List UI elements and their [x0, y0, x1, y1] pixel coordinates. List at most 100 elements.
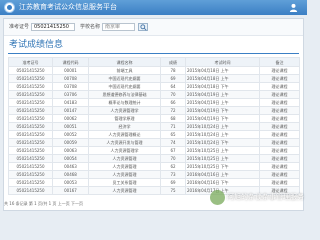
- table-row[interactable]: 05021415250 03708 中国近现代史纲要 64 2015年04月18日 下午…: [8, 82, 300, 91]
- table-cell: 05021415250: [8, 154, 53, 163]
- table-row[interactable]: 05021415250 00053 员工关系管理 69 2016年04月16日 下午 理论…: [8, 178, 300, 187]
- table-cell: 理论课程: [259, 178, 300, 187]
- table-cell: 04183: [52, 98, 89, 107]
- table-row[interactable]: 05021415250 00468 人力资源管理 73 2016年04月16日 上午 理论…: [8, 170, 300, 179]
- table-row[interactable]: 05021415250 00062 管理学原理 68 2015年04月19日 下午 理论课…: [8, 114, 300, 123]
- table-row[interactable]: 05021415250 00063 人力资源管理学 67 2015年10月25日 上午理…: [8, 146, 300, 155]
- table-cell: 68: [160, 114, 186, 123]
- table-row[interactable]: 05021415250 00001 前端工具 78 2015年04月18日 上午 理论课程: [8, 66, 300, 75]
- table-row[interactable]: 05021415250 00463 人力资源管理 62 2015年10月25日 下午 理论…: [8, 162, 300, 171]
- section-title: 考试成绩信息: [9, 40, 64, 50]
- column-header[interactable]: 准考证号: [8, 57, 53, 67]
- table-cell: 05021415250: [8, 90, 53, 99]
- table-cell: 70: [160, 90, 186, 99]
- table-cell: 03706: [52, 90, 89, 99]
- table-cell: 05021415250: [8, 186, 53, 195]
- top-header-bar: 江苏教育考试公众信息服务平台: [0, 0, 307, 15]
- search-button[interactable]: [138, 23, 148, 31]
- table-cell: 00167: [52, 186, 89, 195]
- column-header[interactable]: 课程名称: [88, 57, 161, 67]
- column-header[interactable]: 考试时间: [185, 57, 260, 67]
- table-cell: 05021415250: [8, 162, 53, 171]
- table-cell: 62: [160, 162, 186, 171]
- table-cell: 人力资源管理: [88, 170, 161, 179]
- table-cell: 理论课程: [259, 82, 300, 91]
- user-icon[interactable]: [289, 3, 298, 12]
- table-cell: 理论课程: [259, 106, 300, 115]
- logo: [4, 2, 15, 13]
- table-cell: 概率论与数理统计: [88, 98, 161, 107]
- table-cell: 理论课程: [259, 74, 300, 83]
- exam-id-label: 准考证号: [9, 24, 30, 30]
- table-cell: 2015年04月19日 上午: [185, 98, 260, 107]
- table-cell: 05021415250: [8, 170, 53, 179]
- table-row[interactable]: 05021415250 00054 人力资源管理 70 2015年10月25日 上午 理论…: [8, 154, 300, 163]
- table-cell: 人力资源开发与管理: [88, 138, 161, 147]
- column-header[interactable]: 成绩: [160, 57, 186, 67]
- table-cell: 理论课程: [259, 98, 300, 107]
- table-cell: 00001: [52, 66, 89, 75]
- table-row[interactable]: 05021415250 00051 经济学 71 2015年10月24日 上午 理论课程: [8, 122, 300, 131]
- table-cell: 2016年04月16日 上午: [185, 170, 260, 179]
- watermark-logo-icon: [210, 190, 225, 205]
- table-cell: 经济学: [88, 122, 161, 131]
- table-cell: 00063: [52, 146, 89, 155]
- table-cell: 理论课程: [259, 162, 300, 171]
- table-row[interactable]: 05021415250 04183 概率论与数理统计 66 2015年04月19日 上午…: [8, 98, 300, 107]
- table-cell: 00051: [52, 122, 89, 131]
- table-cell: 00147: [52, 106, 89, 115]
- table-cell: 00052: [52, 130, 89, 139]
- table-cell: 2015年04月18日 上午: [185, 66, 260, 75]
- table-cell: 00468: [52, 170, 89, 179]
- table-cell: 00059: [52, 138, 89, 147]
- school-name-input[interactable]: 南京审: [102, 23, 135, 31]
- table-cell: 69: [160, 178, 186, 187]
- table-cell: 人力资源管理: [88, 162, 161, 171]
- watermark: 阿旭的杂谈杂事管理服务: [210, 190, 304, 208]
- table-cell: 思想道德修养与法律基础: [88, 90, 161, 99]
- scores-table-wrapper: 准考证号 课程代码 课程名称 成绩 考试时间 备注 05021415250 000…: [8, 57, 300, 195]
- column-header[interactable]: 课程代码: [52, 57, 89, 67]
- exam-id-input[interactable]: 05021415250: [31, 23, 75, 31]
- table-cell: 人力资源管理: [88, 186, 161, 195]
- table-cell: 2015年10月24日 下午: [185, 138, 260, 147]
- table-row[interactable]: 05021415250 00059 人力资源开发与管理 74 2015年10月24日 下…: [8, 138, 300, 147]
- table-cell: 69: [160, 74, 186, 83]
- table-cell: 00053: [52, 178, 89, 187]
- table-cell: 03708: [52, 82, 89, 91]
- table-cell: 2015年10月25日 上午: [185, 154, 260, 163]
- search-icon: [140, 24, 147, 31]
- table-cell: 70: [160, 154, 186, 163]
- content-panel: 准考证号 05021415250 学校名称 南京审 考试成绩信息 准考证号 课程…: [3, 18, 304, 211]
- table-cell: 2015年10月25日 上午: [185, 146, 260, 155]
- table-row[interactable]: 05021415250 03706 思想道德修养与法律基础 70 2015年04月19日…: [8, 90, 300, 99]
- table-cell: 05021415250: [8, 138, 53, 147]
- table-row[interactable]: 05021415250 00708 中国近现代史纲要 69 2015年04月18日 上午…: [8, 74, 300, 83]
- search-bar: 准考证号 05021415250 学校名称 南京审: [4, 19, 303, 36]
- table-cell: 05021415250: [8, 74, 53, 83]
- table-cell: 2015年04月18日 上午: [185, 74, 260, 83]
- table-row[interactable]: 05021415250 00052 人力资源管理概论 65 2015年10月24日 上午…: [8, 130, 300, 139]
- table-cell: 管理学原理: [88, 114, 161, 123]
- table-cell: 73: [160, 170, 186, 179]
- table-cell: 00062: [52, 114, 89, 123]
- section-divider: [8, 53, 299, 54]
- table-cell: 00708: [52, 74, 89, 83]
- table-cell: 人力资源管理概论: [88, 130, 161, 139]
- table-cell: 2015年04月19日 上午: [185, 90, 260, 99]
- table-cell: 2015年10月24日 上午: [185, 122, 260, 131]
- table-cell: 理论课程: [259, 146, 300, 155]
- table-cell: 05021415250: [8, 130, 53, 139]
- table-cell: 05021415250: [8, 122, 53, 131]
- scores-table: 准考证号 课程代码 课程名称 成绩 考试时间 备注 05021415250 000…: [8, 57, 300, 195]
- table-cell: 00054: [52, 154, 89, 163]
- table-cell: 理论课程: [259, 66, 300, 75]
- table-cell: 66: [160, 98, 186, 107]
- table-cell: 人力资源管理: [88, 154, 161, 163]
- column-header[interactable]: 备注: [259, 57, 300, 67]
- table-cell: 05021415250: [8, 146, 53, 155]
- table-cell: 75: [160, 186, 186, 195]
- table-cell: 理论课程: [259, 138, 300, 147]
- table-row[interactable]: 05021415250 00147 人力资源管理学 72 2015年04月19日 下午理…: [8, 106, 300, 115]
- table-cell: 05021415250: [8, 114, 53, 123]
